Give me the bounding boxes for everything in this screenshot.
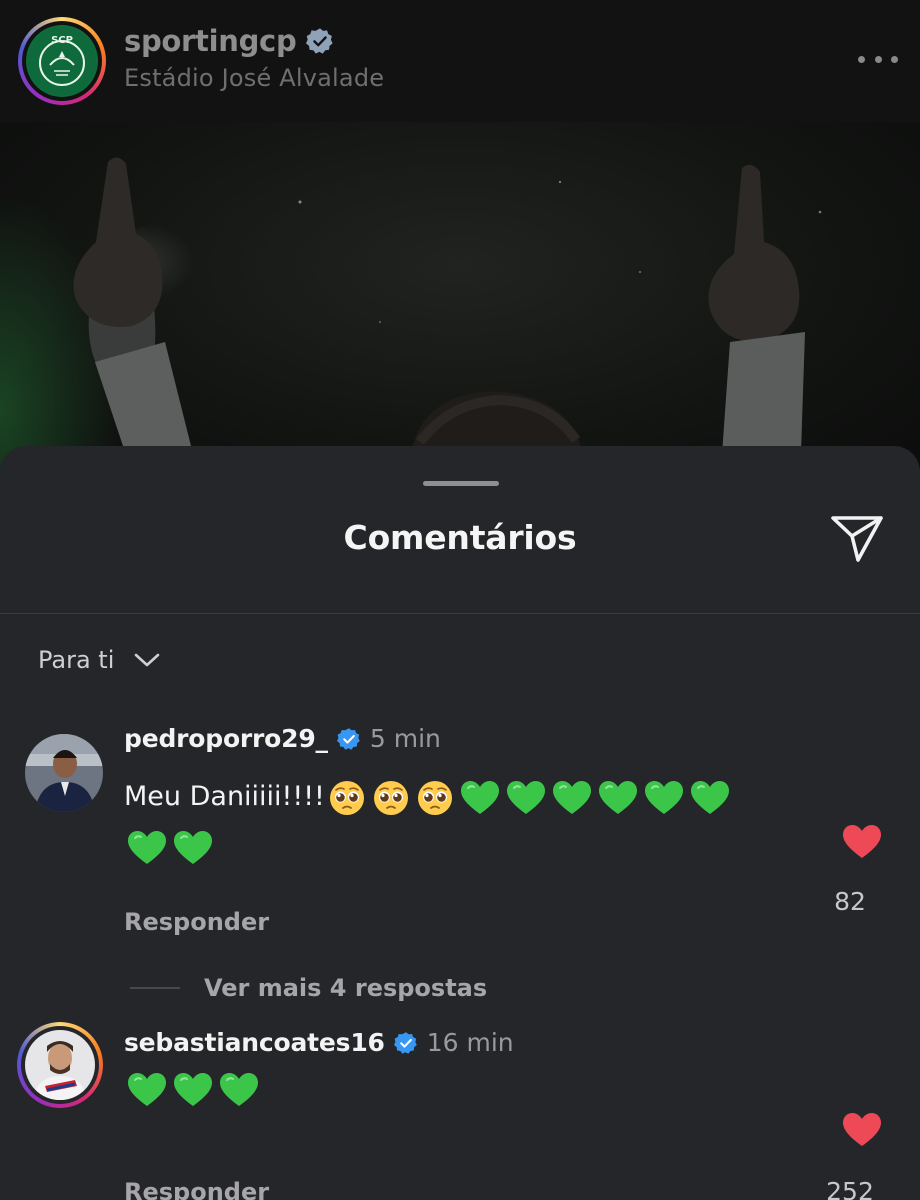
green-heart-emoji xyxy=(552,780,591,814)
like-heart-icon[interactable] xyxy=(842,824,882,860)
green-heart-emoji xyxy=(128,1072,166,1106)
verified-badge-icon xyxy=(306,28,334,54)
view-more-replies[interactable]: Ver mais 4 respostas xyxy=(130,974,487,1002)
green-heart-emoji xyxy=(598,780,637,814)
post-photo[interactable] xyxy=(0,122,920,482)
more-dot-icon xyxy=(874,55,882,63)
like-count: 252 xyxy=(826,1177,874,1200)
sort-label: Para ti xyxy=(38,646,115,674)
replies-line xyxy=(130,987,180,989)
green-heart-emoji xyxy=(174,830,212,864)
green-heart-emoji xyxy=(128,830,166,864)
commenter-avatar[interactable] xyxy=(25,734,105,814)
commenter-avatar[interactable] xyxy=(17,1022,103,1108)
green-heart-emoji xyxy=(174,1072,212,1106)
sheet-divider xyxy=(0,613,920,614)
comment-text-body: Meu Daniiiii!!!! xyxy=(124,781,325,812)
like-count: 82 xyxy=(834,887,866,916)
green-heart-emoji xyxy=(644,780,683,814)
green-heart-emoji xyxy=(690,780,729,814)
comment-time: 16 min xyxy=(426,1028,514,1057)
comments-sheet: Comentários Para ti pedroporro29_ 5 min … xyxy=(0,446,920,1200)
comment-text xyxy=(124,1064,794,1114)
share-icon[interactable] xyxy=(828,512,886,564)
account-name[interactable]: sportingcp xyxy=(124,24,297,58)
post-location[interactable]: Estádio José Alvalade xyxy=(124,64,384,92)
post-header: SCP sportingcp Estádio José Alvalade xyxy=(0,0,920,122)
sort-selector[interactable]: Para ti xyxy=(38,646,162,674)
more-dot-icon xyxy=(891,55,898,63)
pleading-face-emoji xyxy=(329,780,364,815)
drag-handle[interactable] xyxy=(423,481,499,486)
comment-text: Meu Daniiiii!!!! xyxy=(124,772,794,872)
more-dot-icon xyxy=(858,55,865,63)
sporting-logo: SCP xyxy=(26,25,98,97)
pleading-face-emoji xyxy=(373,780,408,815)
comment-time: 5 min xyxy=(369,724,441,753)
account-avatar[interactable]: SCP xyxy=(18,17,106,105)
like-heart-icon[interactable] xyxy=(842,1112,882,1148)
logo-scp-text: SCP xyxy=(51,35,73,46)
sheet-title: Comentários xyxy=(343,518,577,557)
more-options-button[interactable] xyxy=(858,44,898,74)
comment-username[interactable]: pedroporro29_ xyxy=(124,724,328,753)
reply-button[interactable]: Responder xyxy=(124,1178,269,1200)
verified-badge-icon xyxy=(336,727,360,750)
green-heart-emoji xyxy=(506,780,545,814)
pleading-face-emoji xyxy=(417,780,452,815)
reply-button[interactable]: Responder xyxy=(124,908,269,936)
verified-badge-icon xyxy=(393,1031,417,1054)
chevron-down-icon xyxy=(135,653,160,667)
view-more-replies-label: Ver mais 4 respostas xyxy=(204,974,488,1002)
green-heart-emoji xyxy=(220,1072,258,1106)
green-heart-emoji xyxy=(460,780,499,814)
comment-username[interactable]: sebastiancoates16 xyxy=(124,1028,385,1057)
